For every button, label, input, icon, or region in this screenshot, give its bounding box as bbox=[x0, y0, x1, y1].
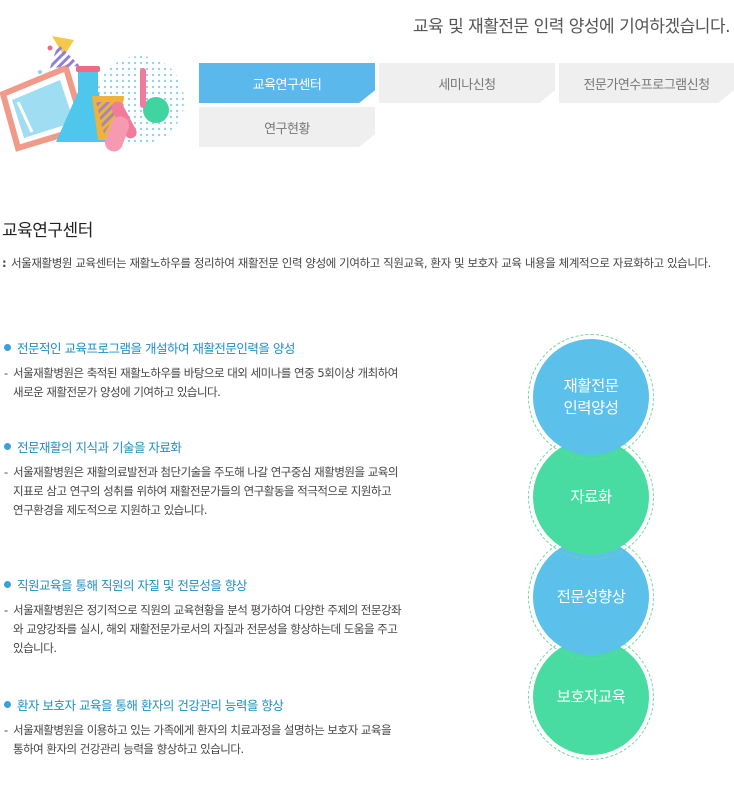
list-item: 전문적인 교육프로그램을 개설하여 재활전문인력을 양성 - 서울재활병원은 축… bbox=[4, 338, 404, 402]
tab-research-status[interactable]: 연구현황 bbox=[199, 107, 375, 147]
item-description: - 서울재활병원을 이용하고 있는 가족에게 환자의 치료과정을 설명하는 보호… bbox=[4, 721, 404, 759]
item-description: - 서울재활병원은 축적된 재활노하우를 바탕으로 대외 세미나를 연중 5회이… bbox=[4, 364, 404, 402]
list-item: 전문재활의 지식과 기술을 자료화 - 서울재활병원은 재활의료발전과 첨단기술… bbox=[4, 437, 404, 520]
dash-marker: - bbox=[4, 723, 8, 737]
lab-flask-illustration bbox=[0, 36, 184, 152]
dash-marker: - bbox=[4, 603, 8, 617]
section-title: 교육연구센터 bbox=[2, 221, 93, 241]
list-item: 직원교육을 통해 직원의 자질 및 전문성을 향상 - 서울재활병원은 정기적으… bbox=[4, 575, 404, 658]
tab-expert-training-application[interactable]: 전문가연수프로그램신청 bbox=[559, 63, 734, 103]
item-description-text: 서울재활병원은 정기적으로 직원의 교육현황을 분석 평가하여 다양한 주제의 … bbox=[13, 603, 402, 655]
bullet-icon bbox=[4, 581, 11, 588]
page-slogan: 교육 및 재활전문 인력 양성에 기여하겠습니다. bbox=[412, 17, 731, 37]
dash-marker: - bbox=[4, 465, 8, 479]
bullet-icon bbox=[4, 443, 11, 450]
goal-circles: 보호자교육 전문성향상 자료화 재활전문 인력양성 bbox=[528, 334, 654, 760]
item-description: - 서울재활병원은 재활의료발전과 첨단기술을 주도해 나갈 연구중심 재활병원… bbox=[4, 463, 404, 520]
list-item: 환자 보호자 교육을 통해 환자의 건강관리 능력을 향상 - 서울재활병원을 … bbox=[4, 695, 404, 759]
bullet-icon bbox=[4, 701, 11, 708]
item-heading: 전문재활의 지식과 기술을 자료화 bbox=[4, 437, 404, 456]
circle-specialist-training: 재활전문 인력양성 bbox=[528, 334, 654, 460]
item-description-text: 서울재활병원은 재활의료발전과 첨단기술을 주도해 나갈 연구중심 재활병원을 … bbox=[13, 465, 398, 517]
item-heading: 전문적인 교육프로그램을 개설하여 재활전문인력을 양성 bbox=[4, 338, 404, 357]
item-title: 전문적인 교육프로그램을 개설하여 재활전문인력을 양성 bbox=[17, 341, 295, 356]
item-description-text: 서울재활병원은 축적된 재활노하우를 바탕으로 대외 세미나를 연중 5회이상 … bbox=[13, 366, 398, 399]
tab-seminar-application[interactable]: 세미나신청 bbox=[379, 63, 555, 103]
item-heading: 직원교육을 통해 직원의 자질 및 전문성을 향상 bbox=[4, 575, 404, 594]
item-heading: 환자 보호자 교육을 통해 환자의 건강관리 능력을 향상 bbox=[4, 695, 404, 714]
intro-colon: : bbox=[2, 256, 7, 270]
item-title: 전문재활의 지식과 기술을 자료화 bbox=[17, 440, 182, 455]
circle-label: 재활전문 인력양성 bbox=[533, 339, 649, 455]
item-description-text: 서울재활병원을 이용하고 있는 가족에게 환자의 치료과정을 설명하는 보호자 … bbox=[13, 723, 392, 756]
item-title: 직원교육을 통해 직원의 자질 및 전문성을 향상 bbox=[17, 578, 247, 593]
item-title: 환자 보호자 교육을 통해 환자의 건강관리 능력을 향상 bbox=[17, 698, 284, 713]
intro-description: 서울재활병원 교육센터는 재활노하우를 정리하여 재활전문 인력 양성에 기여하… bbox=[11, 256, 711, 270]
dash-marker: - bbox=[4, 366, 8, 380]
intro-text: : 서울재활병원 교육센터는 재활노하우를 정리하여 재활전문 인력 양성에 기… bbox=[2, 254, 727, 273]
tab-education-research-center[interactable]: 교육연구센터 bbox=[199, 63, 375, 103]
bullet-icon bbox=[4, 344, 11, 351]
item-description: - 서울재활병원은 정기적으로 직원의 교육현황을 분석 평가하여 다양한 주제… bbox=[4, 601, 404, 658]
